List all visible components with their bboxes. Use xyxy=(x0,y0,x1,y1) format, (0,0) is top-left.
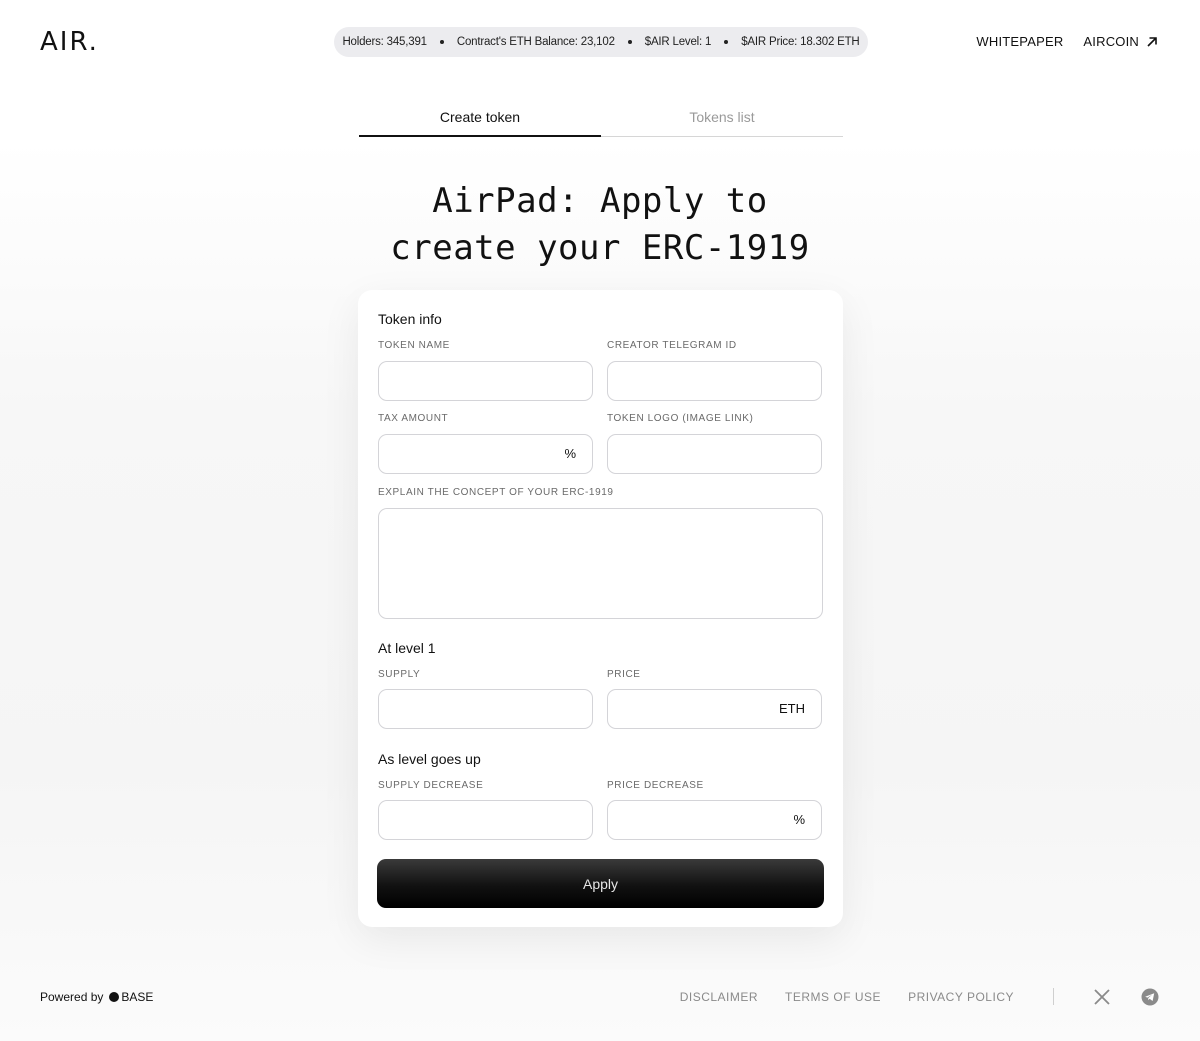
token-logo-label: TOKEN LOGO (IMAGE LINK) xyxy=(607,413,754,424)
header: AIR. Holders: 345,391 Contract's ETH Bal… xyxy=(0,0,1200,82)
concept-field xyxy=(378,508,823,619)
supply-label: SUPPLY xyxy=(378,669,421,680)
token-name-field xyxy=(378,361,593,401)
level-up-heading: As level goes up xyxy=(378,751,481,767)
disclaimer-link[interactable]: DISCLAIMER xyxy=(680,990,758,1004)
base-label[interactable]: BASE xyxy=(121,990,153,1004)
apply-button[interactable]: Apply xyxy=(377,859,824,908)
whitepaper-link[interactable]: WHITEPAPER xyxy=(976,34,1063,49)
tax-amount-input[interactable] xyxy=(379,435,592,473)
aircoin-label: AIRCOIN xyxy=(1083,34,1139,49)
stats-bar: Holders: 345,391 Contract's ETH Balance:… xyxy=(334,27,868,57)
token-logo-input[interactable] xyxy=(608,435,821,473)
supply-decrease-field xyxy=(378,800,593,840)
concept-textarea[interactable] xyxy=(379,509,822,618)
price-label: PRICE xyxy=(607,669,641,680)
level1-heading: At level 1 xyxy=(378,640,436,656)
whitepaper-label: WHITEPAPER xyxy=(976,34,1064,49)
price-decrease-input[interactable] xyxy=(608,801,821,839)
token-name-input[interactable] xyxy=(379,362,592,400)
percent-suffix: % xyxy=(564,446,576,461)
supply-field xyxy=(378,689,593,729)
holders-stat: Holders: 345,391 xyxy=(342,36,427,48)
tabs: Create token Tokens list xyxy=(359,100,843,137)
concept-label: EXPLAIN THE CONCEPT OF YOUR ERC-1919 xyxy=(378,487,614,498)
token-info-heading: Token info xyxy=(378,311,442,327)
page-title-line2: create your ERC-1919 xyxy=(390,228,810,268)
footer-links: DISCLAIMER TERMS OF USE PRIVACY POLICY xyxy=(653,990,1014,1004)
separator-dot xyxy=(439,40,444,44)
level-stat: $AIR Level: 1 xyxy=(644,36,712,48)
tab-tokens-list[interactable]: Tokens list xyxy=(601,100,843,136)
telegram-id-label: CREATOR TELEGRAM ID xyxy=(607,340,737,351)
privacy-link[interactable]: PRIVACY POLICY xyxy=(908,990,1014,1004)
tab-create-token[interactable]: Create token xyxy=(359,100,601,137)
page-title-line1: AirPad: Apply to xyxy=(432,181,768,221)
price-decrease-label: PRICE DECREASE xyxy=(607,780,704,791)
page-title: AirPad: Apply to create your ERC-1919 xyxy=(0,178,1200,272)
arrow-up-right-icon xyxy=(1147,36,1157,47)
top-nav: WHITEPAPER AIRCOIN xyxy=(976,34,1158,49)
balance-stat: Contract's ETH Balance: 23,102 xyxy=(456,36,615,48)
token-logo-field xyxy=(607,434,822,474)
tax-amount-label: TAX AMOUNT xyxy=(378,413,449,424)
base-logo-icon xyxy=(109,992,120,1002)
supply-decrease-label: SUPPLY DECREASE xyxy=(378,780,484,791)
powered-by: Powered by BASE xyxy=(40,990,153,1004)
percent-suffix: % xyxy=(793,812,805,827)
powered-by-label: Powered by xyxy=(40,990,104,1004)
supply-input[interactable] xyxy=(379,690,592,728)
eth-suffix: ETH xyxy=(779,701,805,716)
create-token-form: Token info TOKEN NAME CREATOR TELEGRAM I… xyxy=(358,290,843,927)
price-stat: $AIR Price: 18.302 ETH xyxy=(741,36,860,48)
separator-dot xyxy=(627,40,632,44)
telegram-id-field xyxy=(607,361,822,401)
telegram-icon[interactable] xyxy=(1141,988,1159,1006)
aircoin-link[interactable]: AIRCOIN xyxy=(1083,34,1158,49)
supply-decrease-input[interactable] xyxy=(379,801,592,839)
token-name-label: TOKEN NAME xyxy=(378,340,450,351)
x-icon[interactable] xyxy=(1093,988,1111,1006)
footer: Powered by BASE DISCLAIMER TERMS OF USE … xyxy=(0,980,1200,1016)
logo[interactable]: AIR. xyxy=(40,27,99,57)
terms-link[interactable]: TERMS OF USE xyxy=(785,990,881,1004)
tax-amount-field: % xyxy=(378,434,593,474)
telegram-id-input[interactable] xyxy=(608,362,821,400)
separator-dot xyxy=(724,40,729,44)
price-field: ETH xyxy=(607,689,822,729)
price-decrease-field: % xyxy=(607,800,822,840)
divider xyxy=(1053,988,1054,1005)
